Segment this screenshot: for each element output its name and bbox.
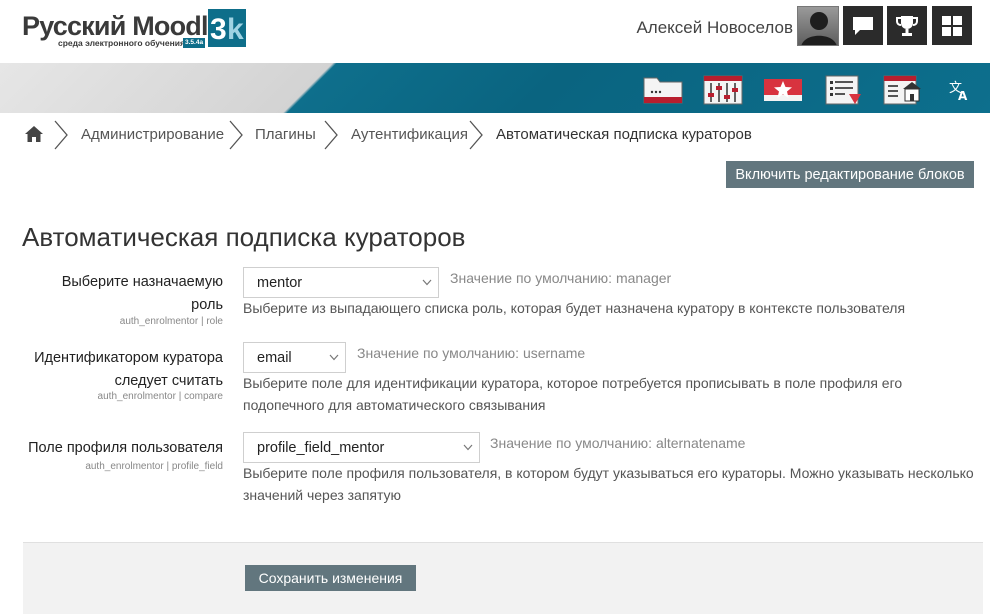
setting-compare-key: auth_enrolmentor | compare: [97, 391, 223, 402]
chevron-right-icon: [469, 120, 483, 150]
chevron-down-icon: [329, 354, 339, 361]
enable-block-editing-button[interactable]: Включить редактирование блоков: [726, 161, 974, 188]
setting-role-label: Выберите назначаемую роль: [62, 271, 223, 317]
description-line: Выберите поле профиля пользователя, в ко…: [243, 465, 974, 481]
logo-subtitle: среда электронного обучения: [58, 38, 185, 48]
select-value: mentor: [257, 275, 303, 291]
courses-tool[interactable]: [882, 74, 924, 105]
breadcrumb: Администрирование Плагины Аутентификация…: [0, 113, 990, 157]
setting-role-key: auth_enrolmentor | role: [119, 316, 223, 327]
logo-3k-badge-icon: 3 k: [208, 9, 246, 47]
setting-profile-field-default: Значение по умолчанию: alternatename: [490, 435, 746, 451]
setting-role-description: Выберите из выпадающего списка роль, кот…: [243, 297, 905, 319]
chevron-right-icon: [229, 120, 243, 150]
messages-icon: [853, 16, 873, 35]
label-line: Поле профиля пользователя: [28, 440, 223, 456]
select-value: profile_field_mentor: [257, 440, 385, 456]
setting-role-default: Значение по умолчанию: manager: [450, 270, 672, 286]
settings-tool[interactable]: [702, 74, 744, 105]
translate-icon: 文 A: [949, 81, 968, 103]
description-line: подопечного для автоматического связыван…: [243, 397, 546, 413]
form-footer: [23, 542, 983, 614]
gradebook-icon: [825, 75, 861, 104]
achievements-button[interactable]: [887, 6, 927, 45]
profile-field-select[interactable]: profile_field_mentor: [243, 432, 480, 463]
chevron-down-icon: [463, 444, 473, 451]
save-changes-button[interactable]: Сохранить изменения: [245, 565, 416, 591]
label-line: Идентификатором куратора: [34, 350, 223, 366]
chevron-down-icon: [422, 279, 432, 286]
label-line: следует считать: [114, 373, 223, 389]
user-silhouette-icon: [801, 12, 837, 45]
apps-grid-icon: [942, 15, 962, 36]
messages-button[interactable]: [843, 6, 883, 45]
label-line: Выберите назначаемую: [61, 274, 223, 290]
description-line: Выберите поле для идентификации куратора…: [243, 375, 903, 391]
setting-profile-field-description: Выберите поле профиля пользователя, в ко…: [243, 462, 974, 506]
setting-profile-field-label: Поле профиля пользователя: [28, 437, 223, 460]
featured-star-icon: [764, 78, 802, 101]
user-avatar[interactable]: [797, 6, 839, 46]
apps-menu-button[interactable]: [932, 6, 972, 45]
sliders-icon: [703, 75, 743, 104]
breadcrumb-current[interactable]: Автоматическая подписка кураторов: [496, 126, 752, 143]
site-logo[interactable]: Русский Moodle среда электронного обучен…: [22, 9, 248, 51]
setting-profile-field-key: auth_enrolmentor | profile_field: [85, 461, 223, 472]
chevron-right-icon: [54, 120, 68, 150]
grades-tool[interactable]: [822, 74, 864, 105]
user-name[interactable]: Алексей Новоселов: [636, 18, 793, 38]
select-value: email: [257, 350, 292, 366]
language-tool[interactable]: 文 A: [938, 74, 980, 105]
svg-text:3: 3: [210, 13, 227, 46]
files-tool[interactable]: [642, 74, 684, 105]
svg-text:k: k: [227, 13, 244, 46]
description-line: Выберите из выпадающего списка роль, кот…: [243, 300, 906, 316]
chevron-right-icon: [324, 120, 338, 150]
site-header: Русский Moodle среда электронного обучен…: [0, 0, 990, 63]
logo-version: 3.5.4a: [183, 38, 206, 48]
folder-icon: [643, 77, 683, 103]
page-title: Автоматическая подписка кураторов: [22, 222, 466, 252]
home-icon[interactable]: [24, 125, 44, 143]
svg-text:A: A: [958, 89, 968, 103]
setting-compare-description: Выберите поле для идентификации куратора…: [243, 372, 902, 416]
description-line: значений через запятую: [243, 487, 402, 503]
compare-select[interactable]: email: [243, 342, 346, 373]
breadcrumb-authentication[interactable]: Аутентификация: [351, 126, 468, 143]
tools-band: 文 A: [0, 63, 990, 113]
home-courses-icon: [883, 75, 921, 104]
featured-tool[interactable]: [762, 74, 804, 105]
breadcrumb-plugins[interactable]: Плагины: [255, 126, 316, 143]
breadcrumb-administration[interactable]: Администрирование: [81, 126, 224, 143]
setting-compare-default: Значение по умолчанию: username: [357, 345, 586, 361]
setting-compare-label: Идентификатором куратора следует считать: [34, 347, 223, 393]
label-line: роль: [191, 297, 223, 313]
trophy-icon: [896, 15, 918, 36]
role-select[interactable]: mentor: [243, 267, 439, 298]
